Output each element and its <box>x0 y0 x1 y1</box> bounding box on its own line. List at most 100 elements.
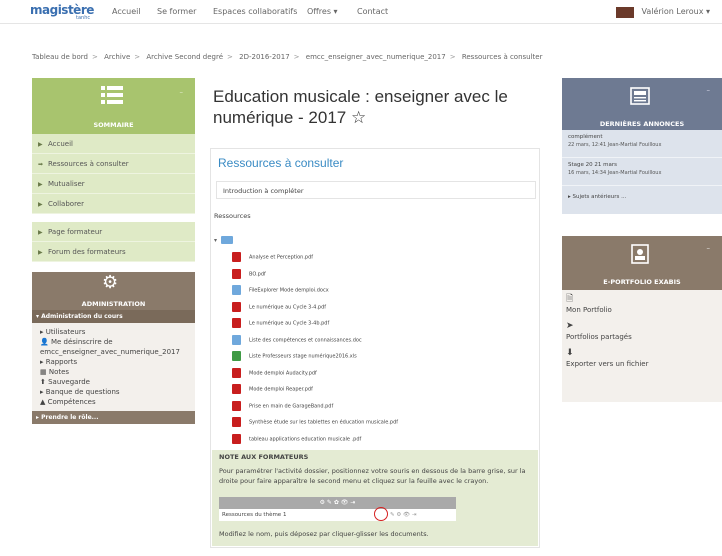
collapse-icon[interactable]: – <box>707 86 711 94</box>
breadcrumb: Tableau de bord > Archive > Archive Second… <box>32 53 543 61</box>
doc-file-icon <box>232 285 241 295</box>
breadcrumb-separator: > <box>293 53 300 61</box>
summary-item-label: Collaborer <box>48 200 84 208</box>
admin-item-users[interactable]: ▸ Utilisateurs <box>40 327 187 337</box>
file-item[interactable]: Liste Professeurs stage numérique2016.xl… <box>232 351 357 362</box>
caret-right-icon: ▶ <box>38 201 43 208</box>
older-topics-link[interactable]: ▸ Sujets antérieurs ... <box>562 186 722 214</box>
eportfolio-header: – E-PORTFOLIO EXABIS <box>562 236 722 290</box>
breadcrumb-separator: > <box>134 53 141 61</box>
page-title: Education musicale : enseigner avec le n… <box>213 87 508 127</box>
notes-example-toolbar: ⚙ ✎ ✿ 👁 ⇥ <box>219 497 456 509</box>
file-item[interactable]: Analyse et Perception.pdf <box>232 252 313 263</box>
file-item[interactable]: Mode demploi Audacity.pdf <box>232 367 317 379</box>
file-name: BO.pdf <box>249 271 266 277</box>
export-file-link[interactable]: Exporter vers un fichier <box>566 359 718 375</box>
top-navbar: magistère tanhc Accueil Se former Espace… <box>0 0 722 24</box>
nav-se-former[interactable]: Se former <box>157 7 196 16</box>
file-item[interactable]: Le numérique au Cycle 3-4.pdf <box>232 301 326 313</box>
admin-course-toggle[interactable]: ▾ Administration du cours <box>32 310 195 323</box>
announcements-list: complément 22 mars, 12:41 Jean-Martial F… <box>562 130 722 214</box>
summary-item-accueil[interactable]: ▶ Accueil <box>32 134 195 154</box>
file-item[interactable]: Liste des compétences et connaissances.d… <box>232 334 362 346</box>
summary-item-collaborer[interactable]: ▶ Collaborer <box>32 194 195 214</box>
file-name: Analyse et Perception.pdf <box>249 254 314 261</box>
switch-role-link[interactable]: ▸ Prendre le rôle... <box>32 411 195 424</box>
collapse-icon[interactable]: – <box>180 88 184 96</box>
admin-item-reports[interactable]: ▸ Rapports <box>40 357 187 367</box>
share-icon: ➤ <box>566 321 574 331</box>
nav-accueil[interactable]: Accueil <box>112 7 141 16</box>
file-item[interactable]: Prise en main de GarageBand.pdf <box>232 400 333 412</box>
portfolio-icon <box>631 244 649 264</box>
newspaper-icon <box>630 87 650 105</box>
admin-item-competencies[interactable]: ▲ Compétences <box>40 397 187 407</box>
xls-file-icon <box>232 351 241 361</box>
summary-item-mutualiser[interactable]: ▶ Mutualiser <box>32 174 195 194</box>
pdf-file-icon <box>232 384 241 394</box>
nav-espaces-collaboratifs[interactable]: Espaces collaboratifs <box>213 7 297 16</box>
notes-heading: NOTE AUX FORMATEURS <box>219 453 309 461</box>
admin-item-unenrol-course[interactable]: emcc_enseigner_avec_numerique_2017 <box>40 347 187 357</box>
file-item[interactable]: Synthèse étude sur les tablettes en éduc… <box>232 417 398 428</box>
admin-block-header: ⚙ ADMINISTRATION <box>32 272 195 310</box>
announcements-header: – DERNIÈRES ANNONCES <box>562 78 722 130</box>
pdf-file-icon <box>232 318 241 328</box>
admin-item-grades[interactable]: ▦ Notes <box>40 367 187 377</box>
summary-item-ressources[interactable]: ➡ Ressources à consulter <box>32 154 195 174</box>
announcements-title: DERNIÈRES ANNONCES <box>599 120 685 128</box>
breadcrumb-separator: > <box>449 53 456 61</box>
chevron-down-icon[interactable]: ▾ <box>214 237 217 244</box>
file-name: tableau applications education musicale … <box>249 436 362 442</box>
breadcrumb-item[interactable]: emcc_enseigner_avec_numerique_2017 <box>306 53 446 61</box>
user-menu[interactable]: Valérion Leroux ▾ <box>641 7 710 16</box>
breadcrumb-item[interactable]: Archive <box>104 53 130 61</box>
breadcrumb-item[interactable]: Archive Second degré <box>146 53 223 61</box>
left-column: – SOMMAIRE ▶ Accueil ➡ Ressources à consul… <box>32 78 195 424</box>
resources-label: Ressources <box>214 212 251 220</box>
notes-example-icons: ✎ ⚙ 👁 ⇥ <box>390 512 417 518</box>
doc-file-icon <box>232 334 241 345</box>
caret-right-icon: ▶ <box>38 249 43 256</box>
eportfolio-links: 🗎 Mon Portfolio ➤ Portfolios partagés ⬇ … <box>562 290 722 402</box>
nav-offres[interactable]: Offres ▾ <box>307 7 338 16</box>
file-item[interactable]: Le numérique au Cycle 3-4b.pdf <box>232 318 329 329</box>
summary-item-page-formateur[interactable]: ▶ Page formateur <box>32 222 195 242</box>
admin-item-question-bank[interactable]: ▸ Banque de questions <box>40 387 187 397</box>
site-logo-sub: tanhc <box>76 15 91 21</box>
nav-contact[interactable]: Contact <box>357 7 388 16</box>
breadcrumb-separator: > <box>91 53 98 61</box>
shared-portfolios-link[interactable]: Portfolios partagés <box>566 332 718 348</box>
collapse-icon[interactable]: – <box>707 244 711 252</box>
summary-item-forum-formateurs[interactable]: ▶ Forum des formateurs <box>32 242 195 262</box>
pdf-file-icon <box>232 301 241 312</box>
summary-block-header: – SOMMAIRE <box>32 78 195 134</box>
my-portfolio-link[interactable]: Mon Portfolio <box>566 305 718 321</box>
avatar[interactable] <box>616 7 634 18</box>
pdf-file-icon <box>232 400 241 411</box>
highlight-circle <box>374 507 388 521</box>
breadcrumb-item[interactable]: 2D-2016-2017 <box>239 53 290 61</box>
intro-text: Introduction à compléter <box>216 181 536 199</box>
pdf-file-icon <box>232 417 241 427</box>
file-item[interactable]: Mode demploi Reaper.pdf <box>232 384 313 395</box>
announcement-title: complément <box>568 134 603 140</box>
summary-item-label: Ressources à consulter <box>48 160 129 168</box>
breadcrumb-item[interactable]: Ressources à consulter <box>462 53 543 61</box>
arrow-right-icon: ➡ <box>38 161 44 168</box>
folder-icon[interactable] <box>221 236 233 244</box>
file-item[interactable]: BO.pdf <box>232 268 266 280</box>
divider <box>32 214 195 222</box>
breadcrumb-item[interactable]: Tableau de bord <box>32 53 88 61</box>
file-item[interactable]: tableau applications education musicale … <box>232 433 362 445</box>
announcement-item[interactable]: complément 22 mars, 12:41 Jean-Martial F… <box>562 130 722 158</box>
right-column: – DERNIÈRES ANNONCES complément 22 mars,… <box>562 78 722 402</box>
announcement-item[interactable]: Stage 20 21 mars 16 mars, 14:34 Jean-Mar… <box>562 158 722 186</box>
section-title[interactable]: Ressources à consulter <box>218 156 343 170</box>
file-name: Mode demploi Audacity.pdf <box>249 370 317 376</box>
caret-right-icon: ▶ <box>38 229 43 236</box>
admin-item-unenrol[interactable]: 👤 Me désinscrire de <box>40 337 187 347</box>
breadcrumb-separator: > <box>227 53 233 61</box>
admin-item-backup[interactable]: ⬆ Sauvegarde <box>40 377 187 387</box>
file-item[interactable]: FileExplorer Mode demploi.docx <box>232 285 329 296</box>
